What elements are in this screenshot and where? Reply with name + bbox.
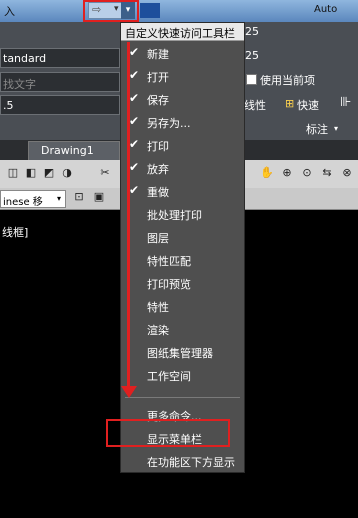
checkmark-icon: ✔ [129,91,140,105]
text-height-input[interactable]: .5 [0,95,120,115]
ribbon-left: tandard 找文字 .5 文字 ▾ [0,22,120,162]
menu-item[interactable]: 渲染 [121,318,244,341]
chevron-down-icon: ▾ [57,194,62,203]
tab-drawing1[interactable]: Drawing1 [28,141,120,160]
language-value: inese 移 [3,197,43,208]
pan-icon[interactable]: ✋ [260,166,274,182]
zoom-previous-icon[interactable]: ⇆ [320,166,334,182]
menu-item[interactable]: ✔ 重做 [121,180,244,203]
quick-dimension-icon: ⊞ [285,97,295,110]
menu-separator [125,397,240,398]
tool-icon[interactable]: ⊡ [72,190,86,206]
menu-item[interactable]: 图纸集管理器 [121,341,244,364]
linear-dimension-button[interactable]: 线性 [244,97,266,113]
menu-item[interactable]: 批处理打印 [121,203,244,226]
title-highlight [140,3,160,18]
menu-item-label: 特性匹配 [147,255,191,268]
tool-icon[interactable]: ◧ [24,166,38,182]
menu-item-label: 打开 [147,71,169,84]
tool-icon[interactable]: ▣ [92,190,106,206]
menu-item[interactable]: ✔ 打开 [121,65,244,88]
checkmark-icon: ✔ [129,183,140,197]
menu-item-label: 放弃 [147,163,169,176]
annotation-arrow-line [127,42,130,388]
tab-label-partial[interactable]: 入 [4,3,15,19]
more-tools-icon[interactable]: ⊪ [340,95,351,110]
menu-item-label: 在功能区下方显示 [147,456,235,469]
dimension-panel-label[interactable]: 标注 [306,121,328,137]
menu-item-label: 新建 [147,48,169,61]
ribbon-value-b[interactable]: 25 [245,49,259,62]
viewport-label[interactable]: 线框] [2,224,28,240]
menu-item-label: 打印预览 [147,278,191,291]
menu-item-label: 工作空间 [147,370,191,383]
menu-item-label: 重做 [147,186,169,199]
text-style-value: tandard [3,52,47,65]
text-style-dropdown[interactable]: tandard [0,48,120,68]
menu-item[interactable]: ✔ 放弃 [121,157,244,180]
tool-icon[interactable]: ✂ [98,166,112,182]
menu-item-label: 批处理打印 [147,209,202,222]
zoom-extents-icon[interactable]: ⊗ [340,166,354,182]
menu-item-label: 保存 [147,94,169,107]
menu-item[interactable]: 工作空间 [121,364,244,387]
menu-item-label: 图纸集管理器 [147,347,213,360]
checkmark-icon: ✔ [129,114,140,128]
menu-item[interactable]: 特性匹配 [121,249,244,272]
menu-item-label: 特性 [147,301,169,314]
app-title: Auto [314,4,338,15]
menu-item[interactable]: 特性 [121,295,244,318]
menu-item[interactable]: ✔ 保存 [121,88,244,111]
find-text-placeholder: 找文字 [3,78,36,91]
find-text-input[interactable]: 找文字 [0,72,120,92]
use-current-checkbox[interactable] [246,74,257,85]
annotation-arrow-head [121,386,137,398]
menu-item-label: 渲染 [147,324,169,337]
annotation-box-top [83,0,139,22]
text-height-value: .5 [3,99,14,112]
menu-item-label: 图层 [147,232,169,245]
qat-customize-menu: 自定义快速访问工具栏 ✔ 新建 ✔ 打开 ✔ 保存 ✔ 另存为... ✔ 打印 ✔ 放弃 ✔ 重做批处理打… [120,22,245,473]
zoom-window-icon[interactable]: ⊙ [300,166,314,182]
menu-item[interactable]: ✔ 另存为... [121,111,244,134]
tool-icon[interactable]: ◫ [6,166,20,182]
checkmark-icon: ✔ [129,45,140,59]
menu-item-label: 打印 [147,140,169,153]
menu-item-label: 另存为... [147,117,191,130]
tab-drawing1-label: Drawing1 [41,144,94,157]
zoom-icon[interactable]: ⊕ [280,166,294,182]
toolbar-right: ✋ ⊕ ⊙ ⇆ ⊗ [236,160,358,188]
ribbon-value-a[interactable]: 25 [245,25,259,38]
menu-header: 自定义快速访问工具栏 [121,23,244,41]
menu-item[interactable]: ✔ 新建 [121,42,244,65]
menu-item[interactable]: ✔ 打印 [121,134,244,157]
menu-item-show-below-ribbon[interactable]: 在功能区下方显示 [121,450,244,473]
title-bar: 入 ⇨ ▾ ▾ Auto [0,0,358,22]
tool-icon[interactable]: ◩ [42,166,56,182]
language-dropdown[interactable]: inese 移 ▾ [0,190,66,208]
checkmark-icon: ✔ [129,68,140,82]
checkmark-icon: ✔ [129,137,140,151]
menu-header-label: 自定义快速访问工具栏 [125,27,235,40]
checkmark-icon: ✔ [129,160,140,174]
menu-item[interactable]: 图层 [121,226,244,249]
chevron-down-icon: ▾ [334,124,339,133]
tool-icon[interactable]: ◑ [60,166,74,182]
use-current-label: 使用当前项 [260,74,315,87]
annotation-box-menubar [106,419,230,447]
menu-item[interactable]: 打印预览 [121,272,244,295]
quick-dimension-button[interactable]: 快速 [297,97,319,113]
